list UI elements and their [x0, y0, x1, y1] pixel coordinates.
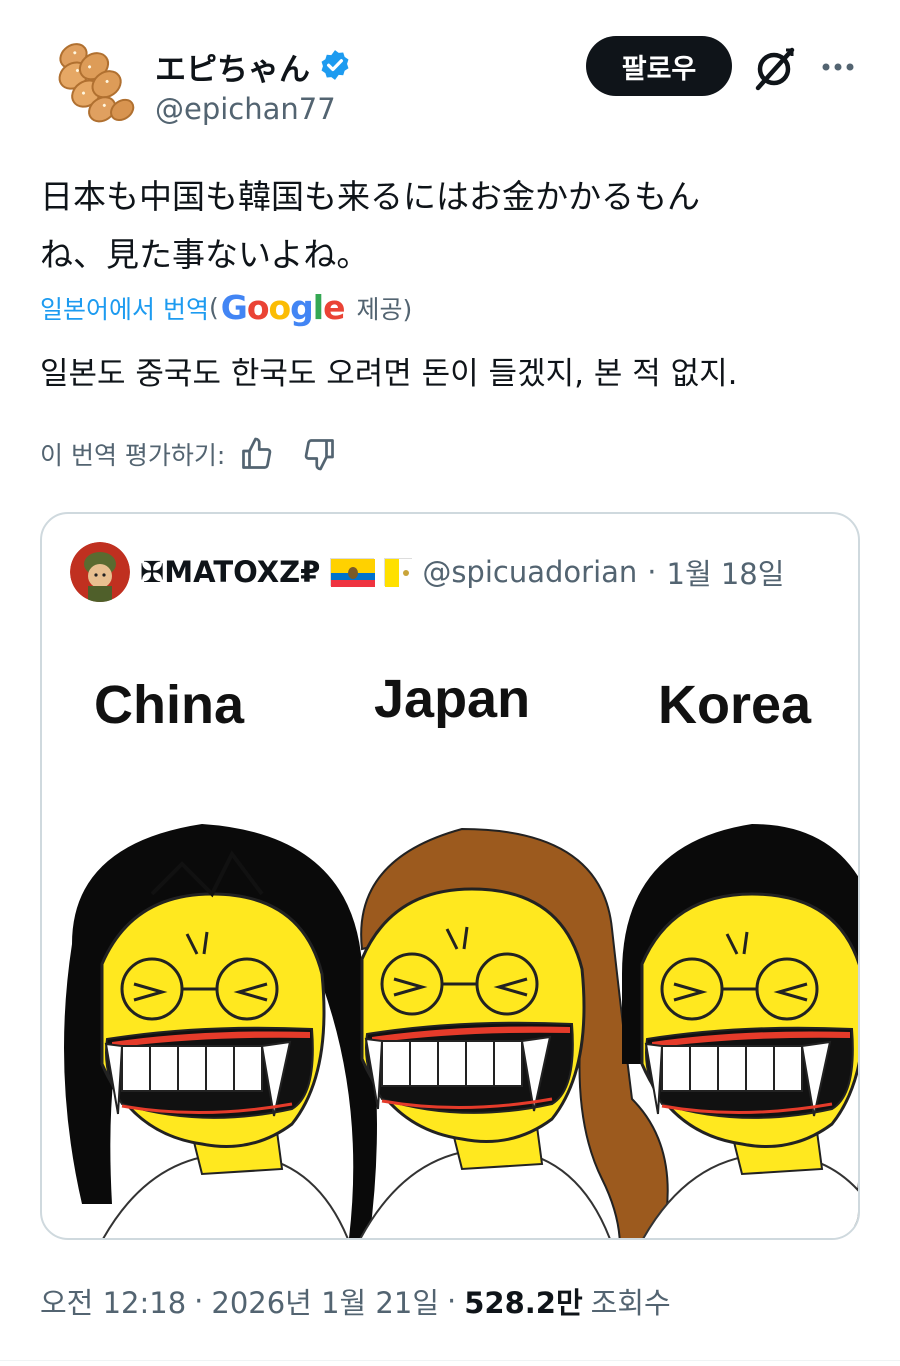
quoted-separator: · [647, 555, 657, 589]
rate-translation-label: 이 번역 평가하기: [40, 441, 226, 470]
tweet-time[interactable]: 오전 12:18 [40, 1280, 186, 1322]
thumbs-up-icon[interactable] [239, 436, 275, 472]
meme-image[interactable]: China Japan Korea [42, 634, 858, 1238]
author-name-row[interactable]: エピちゃん [155, 44, 352, 89]
more-icon[interactable] [818, 50, 858, 84]
verified-badge-icon [318, 48, 352, 86]
tweet-text: 日本も中国も韓国も来るにはお金かかるもん ね、見た事ないよね。 [40, 168, 830, 284]
quoted-tweet-header: ✠MATOXZ₽ @spicuadorian · 1월 18일 [70, 542, 784, 602]
translated-text: 일본도 중국도 한국도 오려면 돈이 들겠지, 본 적 없지. [40, 356, 738, 392]
quoted-tweet-card[interactable]: ✠MATOXZ₽ @spicuadorian · 1월 18일 China Ja… [40, 512, 860, 1240]
translate-open-paren: ( [208, 293, 219, 322]
tweet-text-line: 日本も中国も韓国も来るにはお金かかるもん [40, 177, 700, 216]
quoted-author-avatar[interactable] [70, 542, 130, 602]
meta-separator: · [194, 1284, 204, 1318]
rate-translation: 이 번역 평가하기: [40, 436, 337, 472]
follow-button[interactable]: 팔로우 [586, 36, 732, 96]
meme-drawing [64, 824, 858, 1238]
quoted-date[interactable]: 1월 18일 [667, 551, 785, 593]
translate-source-link[interactable]: 일본어에서 번역 [40, 290, 209, 326]
meta-separator: · [447, 1284, 457, 1318]
author-display-name[interactable]: エピちゃん [155, 44, 310, 89]
ecuador-flag-icon [330, 558, 376, 587]
author-avatar[interactable] [50, 36, 136, 132]
view-count: 528.2만 [464, 1286, 583, 1320]
divider [0, 1360, 900, 1361]
translation-attribution: 일본어에서 번역 ( Google 제공) [40, 288, 412, 327]
thumbs-down-icon[interactable] [301, 436, 337, 472]
quoted-author-handle[interactable]: @spicuadorian [422, 555, 637, 589]
tweet-header: エピちゃん @epichan77 팔로우 [40, 30, 870, 140]
author-handle[interactable]: @epichan77 [155, 92, 336, 126]
google-logo: Google [220, 288, 346, 327]
quoted-author-name[interactable]: ✠MATOXZ₽ [140, 555, 320, 589]
tweet-meta: 오전 12:18 · 2026년 1월 21일 · 528.2만 조회수 [40, 1280, 671, 1322]
vatican-flag-icon [384, 558, 414, 587]
tweet-text-line: ね、見た事ないよね。 [40, 235, 370, 274]
tweet-date[interactable]: 2026년 1월 21일 [211, 1280, 439, 1322]
translate-provided-label: 제공) [356, 294, 413, 324]
grok-icon[interactable] [750, 44, 798, 92]
view-count-label: 조회수 [590, 1286, 671, 1320]
